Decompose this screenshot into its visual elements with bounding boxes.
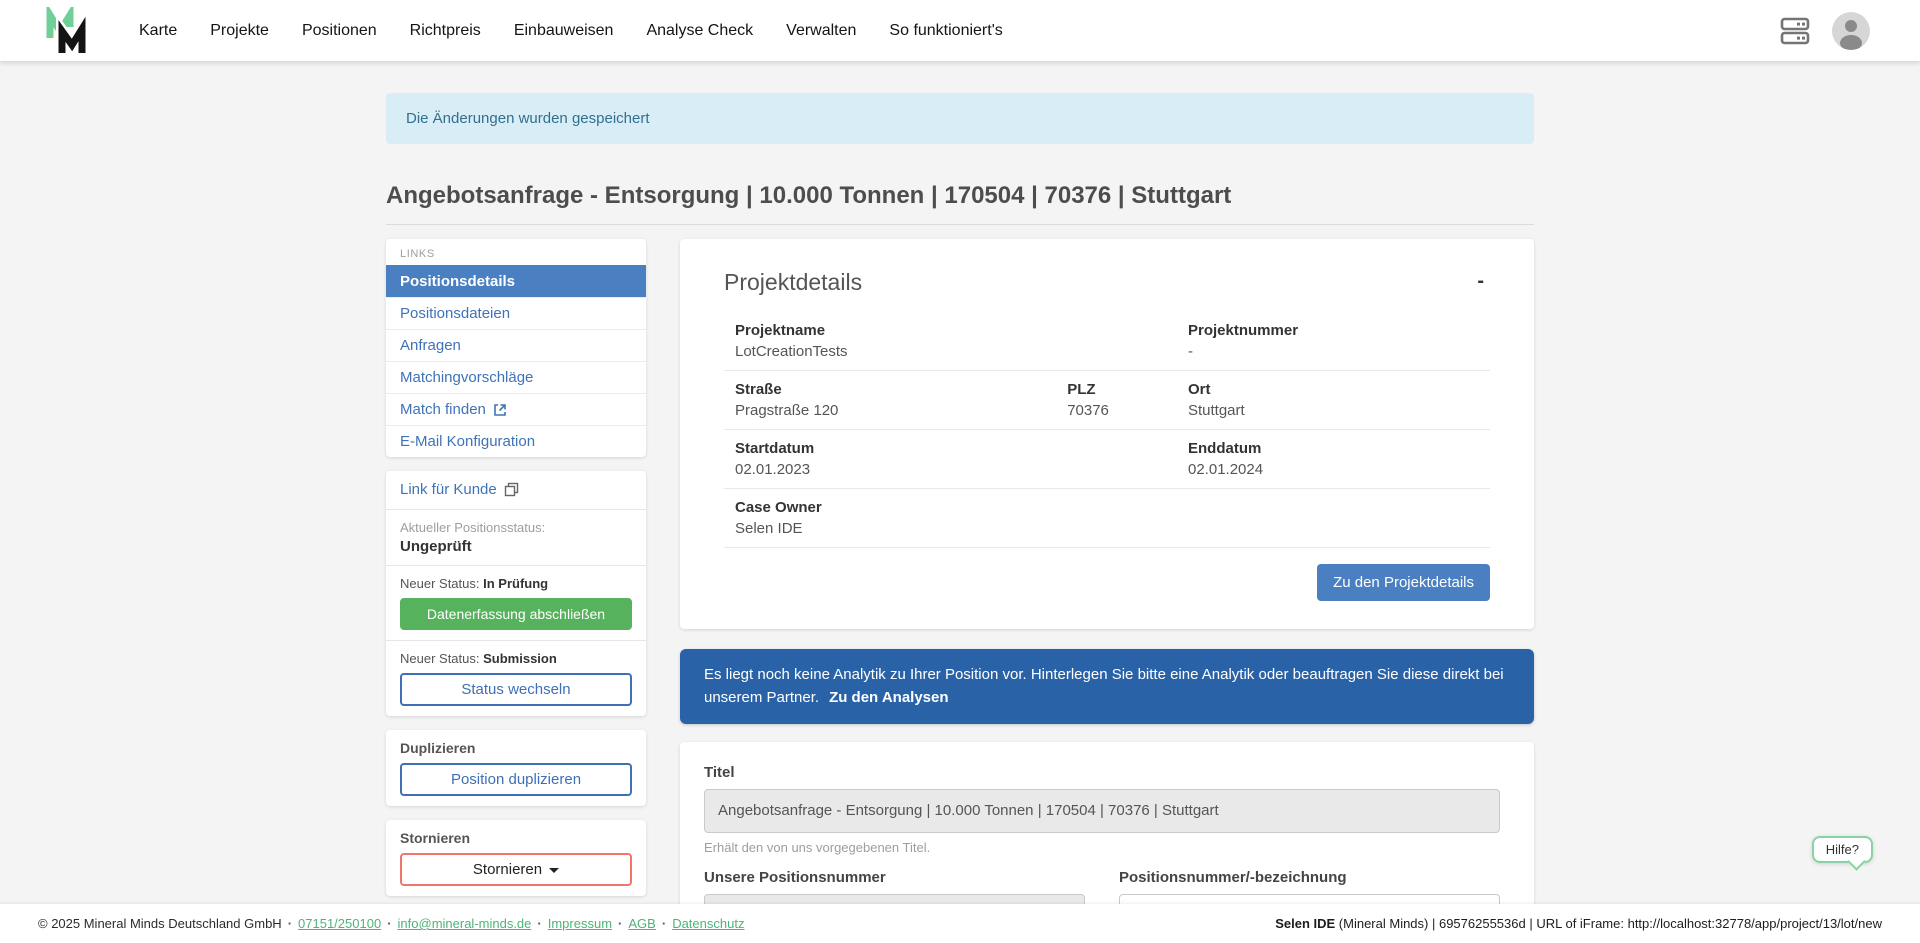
next-status-1: Neuer Status: In Prüfung [400, 576, 632, 591]
caret-down-icon [549, 868, 559, 873]
external-link-icon [493, 403, 507, 417]
footer-agb-link[interactable]: AGB [628, 916, 655, 931]
field-label: Projektnummer [1188, 322, 1490, 339]
field-label: Straße [735, 381, 1067, 398]
cancel-dropdown-button[interactable]: Stornieren [400, 853, 632, 886]
nav-item-verwalten[interactable]: Verwalten [786, 22, 856, 40]
session-user: Selen IDE [1275, 916, 1335, 931]
footer-session-info: Selen IDE (Mineral Minds) | 69576255536d… [1275, 916, 1882, 931]
cancel-card: Stornieren Stornieren [386, 820, 646, 896]
titel-label: Titel [704, 764, 1500, 781]
next-status-1-prefix: Neuer Status: [400, 576, 483, 591]
field-label: Projektname [735, 322, 1188, 339]
complete-data-entry-button[interactable]: Datenerfassung abschließen [400, 598, 632, 630]
copyright-text: © 2025 Mineral Minds Deutschland GmbH [38, 916, 282, 931]
field-label: PLZ [1067, 381, 1188, 398]
footer-impressum-link[interactable]: Impressum [548, 916, 612, 931]
logo-icon [43, 7, 95, 55]
project-details-card: Projektdetails - Projektname LotCreationT… [680, 239, 1534, 629]
main-content: Projektdetails - Projektname LotCreationT… [680, 239, 1534, 943]
mineral-minds-logo[interactable] [43, 7, 95, 55]
user-avatar[interactable] [1832, 12, 1870, 50]
sidebar-item-email-konfiguration[interactable]: E-Mail Konfiguration [386, 425, 646, 457]
next-status-2-prefix: Neuer Status: [400, 651, 483, 666]
avatar-icon [1832, 12, 1870, 50]
nav-item-karte[interactable]: Karte [139, 22, 177, 40]
project-fields-table: Projektname LotCreationTests Projektnumme… [724, 312, 1490, 611]
field-value: Pragstraße 120 [735, 402, 1067, 419]
collapse-button[interactable]: - [1471, 269, 1490, 293]
sidebar-item-positionsdetails[interactable]: Positionsdetails [386, 265, 646, 297]
analytics-banner-text: Es liegt noch keine Analytik zu Ihrer Po… [704, 666, 1504, 706]
duplicate-header: Duplizieren [400, 740, 632, 756]
customer-link-label: Link für Kunde [400, 481, 497, 498]
customer-link[interactable]: Link für Kunde [400, 481, 519, 498]
field-value: 02.01.2024 [1188, 461, 1490, 478]
field-value: Stuttgart [1188, 402, 1490, 419]
top-navbar: Karte Projekte Positionen Richtpreis Ein… [0, 0, 1920, 61]
titel-helper: Erhält den von uns vorgegebenen Titel. [704, 840, 1500, 855]
next-status-2-value: Submission [483, 651, 557, 666]
field-label: Enddatum [1188, 440, 1490, 457]
our-position-number-label: Unsere Positionsnummer [704, 869, 1085, 886]
field-value: 70376 [1067, 402, 1188, 419]
current-status-value: Ungeprüft [400, 538, 632, 555]
go-to-analyses-link[interactable]: Zu den Analysen [829, 689, 948, 706]
duplicate-card: Duplizieren Position duplizieren [386, 730, 646, 806]
table-row: Case Owner Selen IDE [724, 488, 1490, 547]
field-label: Case Owner [735, 499, 1490, 516]
page-container: Die Änderungen wurden gespeichert Angebo… [386, 93, 1534, 943]
server-stack-icon[interactable] [1778, 15, 1812, 47]
footer-phone-link[interactable]: 07151/250100 [298, 916, 381, 931]
sidebar-item-anfragen[interactable]: Anfragen [386, 329, 646, 361]
nav-item-projekte[interactable]: Projekte [210, 22, 269, 40]
footer: © 2025 Mineral Minds Deutschland GmbH 07… [0, 904, 1920, 943]
sidebar: LINKS Positionsdetails Positionsdateien … [386, 239, 646, 910]
cancel-header: Stornieren [400, 830, 632, 846]
links-header: LINKS [386, 239, 646, 265]
nav-item-einbauweisen[interactable]: Einbauweisen [514, 22, 614, 40]
field-label: Startdatum [735, 440, 1188, 457]
saved-alert: Die Änderungen wurden gespeichert [386, 93, 1534, 144]
nav-item-analyse-check[interactable]: Analyse Check [646, 22, 753, 40]
main-navigation: Karte Projekte Positionen Richtpreis Ein… [139, 22, 1003, 40]
duplicate-position-button[interactable]: Position duplizieren [400, 763, 632, 796]
sidebar-item-matchingvorschlaege[interactable]: Matchingvorschläge [386, 361, 646, 393]
copy-icon [504, 482, 519, 497]
switch-status-button[interactable]: Status wechseln [400, 673, 632, 706]
go-to-project-details-button[interactable]: Zu den Projektdetails [1317, 564, 1490, 601]
session-details: (Mineral Minds) | 69576255536d | URL of … [1335, 916, 1882, 931]
footer-email-link[interactable]: info@mineral-minds.de [398, 916, 532, 931]
page-title: Angebotsanfrage - Entsorgung | 10.000 To… [386, 182, 1534, 225]
saved-alert-text: Die Änderungen wurden gespeichert [406, 110, 650, 127]
nav-item-so-funktionierts[interactable]: So funktioniert's [889, 22, 1002, 40]
navbar-right-actions [1778, 12, 1870, 50]
help-button[interactable]: Hilfe? [1812, 836, 1873, 863]
next-status-1-value: In Prüfung [483, 576, 548, 591]
footer-left: © 2025 Mineral Minds Deutschland GmbH 07… [38, 916, 744, 931]
sidebar-item-match-finden[interactable]: Match finden [386, 393, 646, 425]
table-row: Startdatum 02.01.2023 Enddatum 02.01.2024 [724, 429, 1490, 488]
titel-input[interactable] [704, 789, 1500, 833]
field-value: 02.01.2023 [735, 461, 1188, 478]
position-number-label: Positionsnummer/-bezeichnung [1119, 869, 1500, 886]
cancel-button-label: Stornieren [473, 861, 542, 878]
analytics-banner: Es liegt noch keine Analytik zu Ihrer Po… [680, 649, 1534, 724]
field-label: Ort [1188, 381, 1490, 398]
table-row: Straße Pragstraße 120 PLZ 70376 Ort Stuttga… [724, 370, 1490, 429]
nav-item-positionen[interactable]: Positionen [302, 22, 377, 40]
field-value: - [1188, 343, 1490, 360]
field-value: LotCreationTests [735, 343, 1188, 360]
sidebar-item-positionsdateien[interactable]: Positionsdateien [386, 297, 646, 329]
status-card: Link für Kunde Aktueller Positionsstatus… [386, 471, 646, 716]
nav-item-richtpreis[interactable]: Richtpreis [410, 22, 481, 40]
project-details-title: Projektdetails [724, 269, 862, 296]
match-finden-label: Match finden [400, 401, 486, 418]
sidebar-links-card: LINKS Positionsdetails Positionsdateien … [386, 239, 646, 457]
current-status-label: Aktueller Positionsstatus: [400, 520, 632, 535]
field-value: Selen IDE [735, 520, 1490, 537]
footer-datenschutz-link[interactable]: Datenschutz [672, 916, 744, 931]
next-status-2: Neuer Status: Submission [400, 651, 632, 666]
table-row: Projektname LotCreationTests Projektnumme… [724, 312, 1490, 370]
